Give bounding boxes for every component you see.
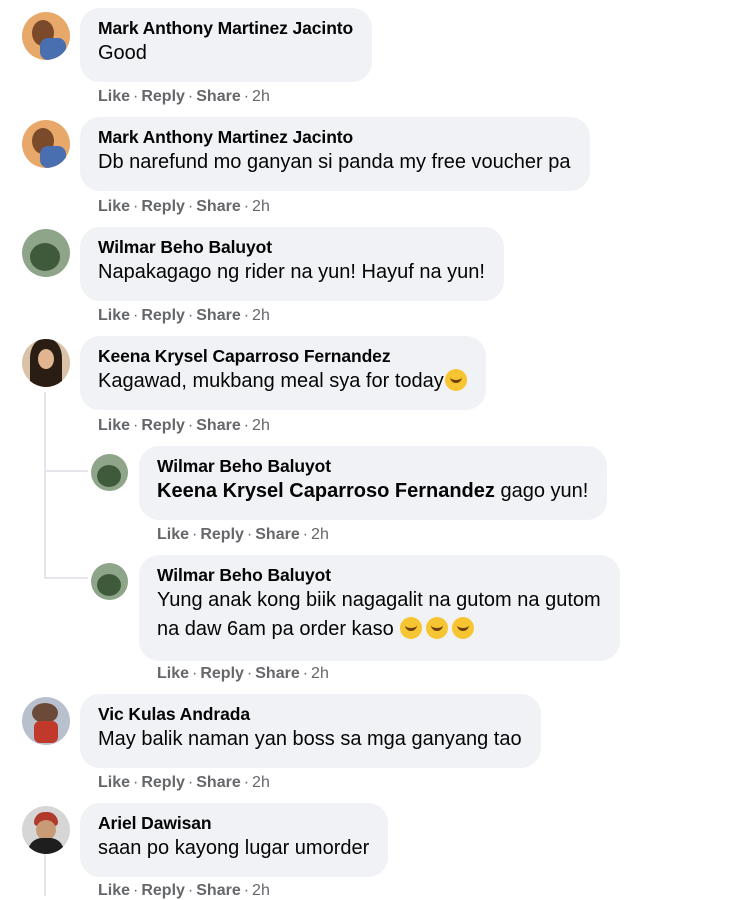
reply-button[interactable]: Reply — [141, 882, 185, 899]
comment-time[interactable]: 2h — [252, 417, 270, 434]
comment-actions: Like · Reply · Share · 2h — [98, 88, 270, 105]
comment-text: saan po kayong lugar umorder — [98, 837, 370, 859]
thread-branch-1 — [44, 470, 88, 472]
avatar[interactable] — [22, 229, 70, 277]
mention-link[interactable]: Keena Krysel Caparroso Fernandez — [157, 480, 495, 502]
grinning-sweat-emoji — [452, 617, 475, 639]
comment-time[interactable]: 2h — [252, 774, 270, 791]
avatar[interactable] — [22, 697, 70, 745]
share-button[interactable]: Share — [255, 665, 299, 682]
thread-line — [44, 392, 46, 578]
comment-time[interactable]: 2h — [252, 307, 270, 324]
thread-branch-2 — [44, 577, 88, 579]
reply-time[interactable]: 2h — [311, 665, 329, 682]
like-button[interactable]: Like — [98, 774, 130, 791]
comment-text: Kagawad, mukbang meal sya for today — [98, 367, 467, 396]
comment-author[interactable]: Mark Anthony Martinez Jacinto — [98, 17, 353, 39]
share-button[interactable]: Share — [196, 417, 240, 434]
comment-author[interactable]: Mark Anthony Martinez Jacinto — [98, 126, 571, 148]
comment-time[interactable]: 2h — [252, 88, 270, 105]
avatar[interactable] — [22, 12, 70, 60]
reply-actions: Like · Reply · Share · 2h — [157, 665, 329, 682]
comment-text: Db narefund mo ganyan si panda my free v… — [98, 151, 571, 173]
reply-button[interactable]: Reply — [141, 198, 185, 215]
comment-bubble: Keena Krysel Caparroso Fernandez Kagawad… — [80, 336, 486, 410]
avatar[interactable] — [22, 806, 70, 854]
comment-text: Napakagago ng rider na yun! Hayuf na yun… — [98, 261, 485, 283]
reply-text: Keena Krysel Caparroso Fernandez gago yu… — [157, 477, 588, 506]
comment-author[interactable]: Ariel Dawisan — [98, 812, 369, 834]
reply-actions: Like · Reply · Share · 2h — [157, 526, 329, 543]
comment-actions: Like · Reply · Share · 2h — [98, 198, 270, 215]
like-button[interactable]: Like — [98, 88, 130, 105]
like-button[interactable]: Like — [98, 417, 130, 434]
share-button[interactable]: Share — [196, 882, 240, 899]
share-button[interactable]: Share — [196, 774, 240, 791]
reply-button[interactable]: Reply — [141, 307, 185, 324]
comment-actions: Like · Reply · Share · 2h — [98, 417, 270, 434]
comment-bubble: Mark Anthony Martinez Jacinto Good — [80, 8, 373, 82]
relieved-emoji — [426, 617, 449, 639]
comment-time[interactable]: 2h — [252, 882, 270, 899]
comment-time[interactable]: 2h — [252, 198, 270, 215]
reply-text-content: gago yun! — [494, 480, 589, 502]
share-button[interactable]: Share — [255, 526, 299, 543]
reply-time[interactable]: 2h — [311, 526, 329, 543]
reply-text-line1: Yung anak kong biik nagagalit na gutom n… — [157, 589, 601, 611]
comment-bubble: Wilmar Beho Baluyot Napakagago ng rider … — [80, 227, 504, 301]
reply-button[interactable]: Reply — [141, 88, 185, 105]
reply-button[interactable]: Reply — [141, 774, 185, 791]
like-button[interactable]: Like — [98, 198, 130, 215]
share-button[interactable]: Share — [196, 88, 240, 105]
comment-text: Good — [98, 42, 147, 64]
like-button[interactable]: Like — [98, 307, 130, 324]
avatar[interactable] — [22, 120, 70, 168]
avatar[interactable] — [22, 339, 70, 387]
share-button[interactable]: Share — [196, 307, 240, 324]
thread-line-bottom — [44, 852, 46, 896]
like-button[interactable]: Like — [157, 526, 189, 543]
reply-button[interactable]: Reply — [141, 417, 185, 434]
comment-actions: Like · Reply · Share · 2h — [98, 307, 270, 324]
comment-bubble: Ariel Dawisan saan po kayong lugar umord… — [80, 803, 389, 877]
reply-text-content: na daw 6am pa order kaso — [157, 618, 400, 640]
avatar[interactable] — [91, 563, 128, 600]
avatar[interactable] — [91, 454, 128, 491]
reply-bubble: Wilmar Beho Baluyot Keena Krysel Caparro… — [139, 446, 608, 520]
reply-button[interactable]: Reply — [200, 665, 244, 682]
like-button[interactable]: Like — [98, 882, 130, 899]
grinning-sweat-emoji — [400, 617, 423, 639]
comment-actions: Like · Reply · Share · 2h — [98, 774, 270, 791]
comment-author[interactable]: Vic Kulas Andrada — [98, 703, 522, 725]
reply-bubble: Wilmar Beho Baluyot Yung anak kong biik … — [139, 555, 620, 661]
comment-text-content: Kagawad, mukbang meal sya for today — [98, 370, 444, 392]
comment-text: May balik naman yan boss sa mga ganyang … — [98, 728, 522, 750]
grinning-sweat-emoji — [444, 369, 467, 391]
comment-author[interactable]: Wilmar Beho Baluyot — [98, 236, 485, 258]
comment-actions: Like · Reply · Share · 2h — [98, 882, 270, 899]
reply-text-line2: na daw 6am pa order kaso — [157, 615, 601, 644]
reply-button[interactable]: Reply — [200, 526, 244, 543]
comment-bubble: Vic Kulas Andrada May balik naman yan bo… — [80, 694, 541, 768]
reply-author[interactable]: Wilmar Beho Baluyot — [157, 564, 601, 586]
comment-author[interactable]: Keena Krysel Caparroso Fernandez — [98, 345, 467, 367]
reply-author[interactable]: Wilmar Beho Baluyot — [157, 455, 588, 477]
like-button[interactable]: Like — [157, 665, 189, 682]
share-button[interactable]: Share — [196, 198, 240, 215]
comment-bubble: Mark Anthony Martinez Jacinto Db narefun… — [80, 117, 590, 191]
